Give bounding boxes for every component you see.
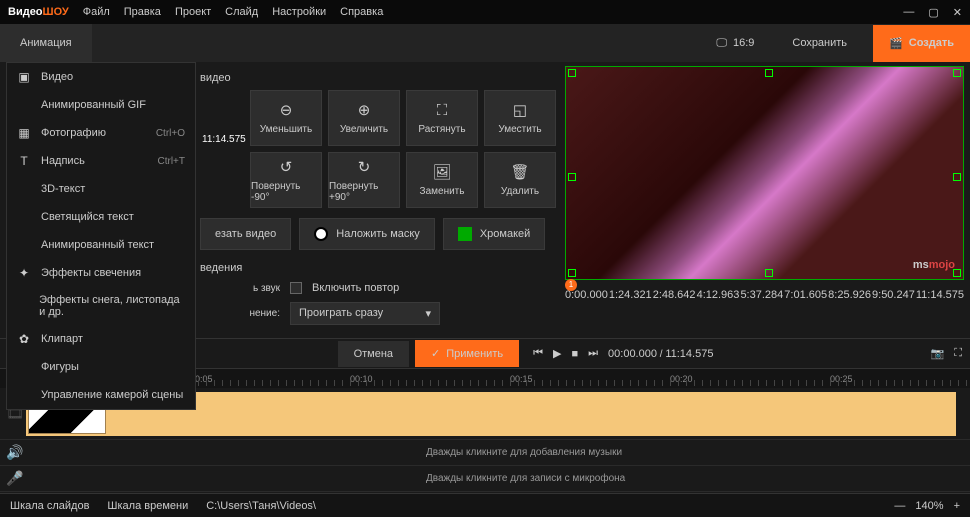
apply-button[interactable]: ✓Применить	[415, 340, 519, 367]
replace-icon: 🖼	[432, 163, 451, 181]
mode-slides[interactable]: Шкала слайдов	[10, 500, 89, 512]
dd-video[interactable]: ▣Видео	[7, 63, 195, 91]
chromakey-button[interactable]: Хромакей	[443, 218, 545, 250]
minimize-icon[interactable]: —	[903, 6, 914, 19]
dd-animtext[interactable]: Анимированный текст	[7, 231, 195, 259]
next-button[interactable]: ⏭	[588, 347, 598, 360]
text-icon: T	[17, 154, 31, 168]
tool-rotright[interactable]: ↻Повернуть +90°	[328, 152, 400, 208]
app-logo: ВидеоШОУ	[8, 6, 69, 18]
main-menu: Файл Правка Проект Слайд Настройки Справ…	[83, 6, 384, 18]
handle-ml[interactable]	[568, 173, 576, 181]
play-label: нение:	[200, 308, 280, 319]
rotate-left-icon: ↺	[280, 158, 293, 176]
stop-button[interactable]: ■	[571, 348, 578, 360]
watermark: msmojo	[913, 256, 955, 271]
menu-help[interactable]: Справка	[340, 6, 383, 18]
chevron-down-icon: ▾	[425, 307, 431, 320]
panel-label: видео	[200, 72, 549, 84]
zoom-level: 140%	[915, 500, 943, 512]
handle-tm[interactable]	[765, 69, 773, 77]
add-layer-dropdown: ▣Видео Анимированный GIF ▦ФотографиюCtrl…	[6, 62, 196, 410]
sound-label: ь звук	[200, 283, 280, 294]
chroma-icon	[458, 227, 472, 241]
tab-animation[interactable]: Анимация	[0, 24, 92, 62]
repeat-label: Включить повтор	[312, 282, 399, 294]
save-button[interactable]: Сохранить	[778, 25, 861, 61]
dd-gif[interactable]: Анимированный GIF	[7, 91, 195, 119]
handle-mr[interactable]	[953, 173, 961, 181]
tool-zoomout[interactable]: ⊖Уменьшить	[250, 90, 322, 146]
rotate-right-icon: ↻	[358, 158, 371, 176]
tool-stretch[interactable]: ⛶Растянуть	[406, 90, 478, 146]
camera-icon	[17, 388, 31, 402]
menu-project[interactable]: Проект	[175, 6, 211, 18]
mode-timeline[interactable]: Шкала времени	[107, 500, 188, 512]
cancel-button[interactable]: Отмена	[338, 341, 409, 367]
clip-duration: 11:14.575	[202, 134, 246, 145]
stretch-icon: ⛶	[437, 102, 448, 119]
close-icon[interactable]: ✕	[953, 6, 962, 19]
menu-settings[interactable]: Настройки	[272, 6, 326, 18]
check-icon: ✓	[431, 347, 440, 360]
dd-glow[interactable]: ✦Эффекты свечения	[7, 259, 195, 287]
flower-icon: ✿	[17, 332, 31, 346]
tool-fit[interactable]: ◱Уместить	[484, 90, 556, 146]
dd-snow[interactable]: Эффекты снега, листопада и др.	[7, 287, 195, 325]
mask-icon	[314, 227, 328, 241]
handle-bm[interactable]	[765, 269, 773, 277]
video-preview[interactable]: msmojo	[565, 66, 964, 280]
zoom-in-button[interactable]: +	[954, 500, 960, 512]
crop-button[interactable]: езать видео	[200, 218, 291, 250]
project-path: C:\Users\Таня\Videos\	[206, 500, 316, 512]
form-header: ведения	[200, 262, 549, 274]
repeat-checkbox[interactable]	[290, 282, 302, 294]
snapshot-icon[interactable]: 📷	[931, 347, 945, 360]
dd-glowtext[interactable]: Светящийся текст	[7, 203, 195, 231]
preview-timeline[interactable]: 1 0:00.0001:24.3212:48.6424:12.9635:37.2…	[565, 283, 964, 303]
create-button[interactable]: 🎬 Создать	[873, 25, 970, 62]
menu-slide[interactable]: Слайд	[225, 6, 258, 18]
handle-tl[interactable]	[568, 69, 576, 77]
prev-button[interactable]: ⏮	[533, 347, 543, 360]
video-icon: 🎬	[889, 37, 903, 50]
zoomin-icon: ⊕	[358, 101, 371, 119]
dd-shapes[interactable]: Фигуры	[7, 353, 195, 381]
play-button[interactable]: ▶	[553, 347, 561, 360]
playhead-marker[interactable]: 1	[565, 279, 577, 291]
speaker-icon: 🔊	[4, 444, 26, 461]
handle-tr[interactable]	[953, 69, 961, 77]
trash-icon: 🗑	[510, 163, 529, 181]
music-track[interactable]: 🔊 Дважды кликните для добавления музыки	[0, 440, 970, 466]
mic-track[interactable]: 🎤 Дважды кликните для записи с микрофона	[0, 466, 970, 492]
sparkle-icon: ✦	[17, 266, 31, 280]
dd-photo[interactable]: ▦ФотографиюCtrl+O	[7, 119, 195, 147]
dd-3dtext[interactable]: 3D-текст	[7, 175, 195, 203]
video-icon: ▣	[17, 70, 31, 84]
maximize-icon[interactable]: ▢	[928, 6, 938, 19]
play-select[interactable]: Проиграть сразу▾	[290, 302, 440, 325]
tool-replace[interactable]: 🖼Заменить	[406, 152, 478, 208]
dd-camera[interactable]: Управление камерой сцены	[7, 381, 195, 409]
aspect-ratio[interactable]: 🖵 16:9	[716, 37, 754, 50]
tool-zoomin[interactable]: ⊕Увеличить	[328, 90, 400, 146]
handle-bl[interactable]	[568, 269, 576, 277]
tool-rotleft[interactable]: ↺Повернуть -90°	[250, 152, 322, 208]
mask-button[interactable]: Наложить маску	[299, 218, 435, 250]
tool-delete[interactable]: 🗑Удалить	[484, 152, 556, 208]
monitor-icon: 🖵	[716, 37, 727, 50]
image-icon: ▦	[17, 126, 31, 140]
mic-icon: 🎤	[4, 470, 26, 487]
dd-text[interactable]: TНадписьCtrl+T	[7, 147, 195, 175]
fullscreen-icon[interactable]: ⛶	[954, 347, 962, 360]
zoomout-icon: ⊖	[280, 101, 293, 119]
fit-icon: ◱	[513, 101, 527, 119]
dd-clipart[interactable]: ✿Клипарт	[7, 325, 195, 353]
time-display: 00:00.000 / 11:14.575	[608, 348, 713, 360]
menu-file[interactable]: Файл	[83, 6, 110, 18]
zoom-out-button[interactable]: —	[894, 500, 905, 512]
menu-edit[interactable]: Правка	[124, 6, 161, 18]
